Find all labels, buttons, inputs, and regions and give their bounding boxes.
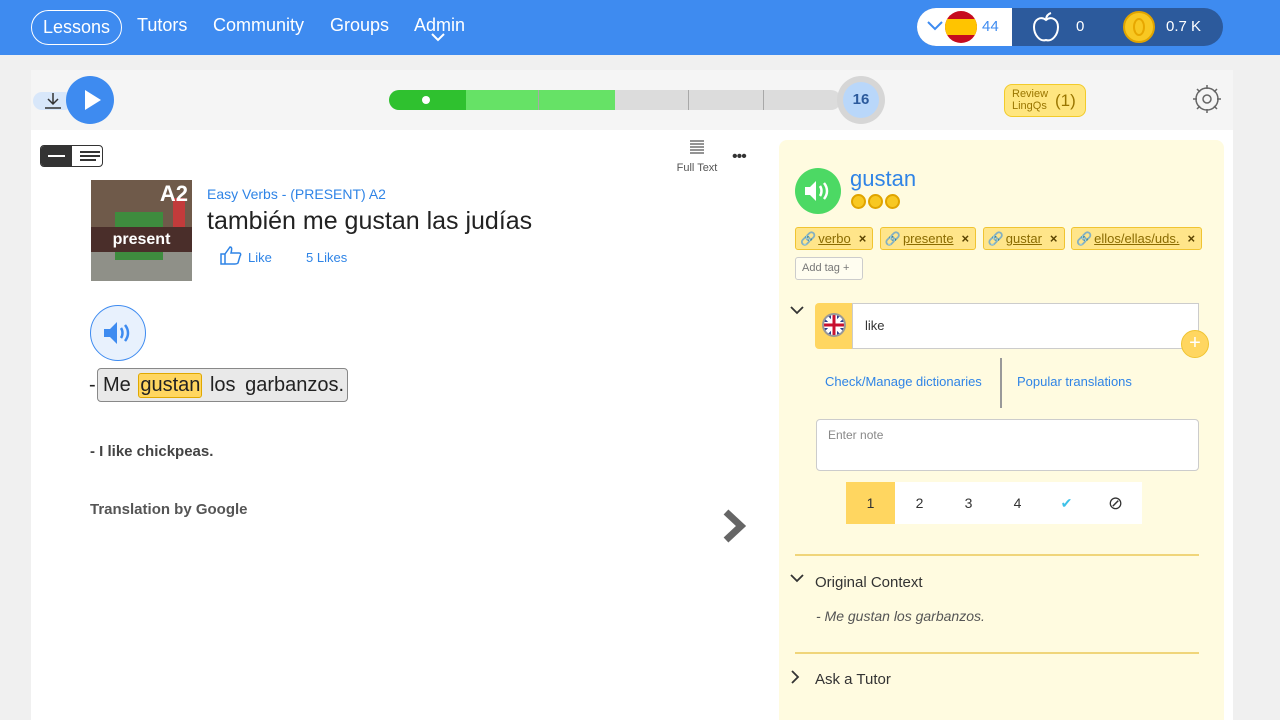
speaker-icon <box>104 322 130 344</box>
top-navigation: Lessons Tutors Community Groups Admin 44… <box>0 0 1280 55</box>
word-detail-panel: gustan 🔗 verbo × 🔗 presente × 🔗 gustar × 🔗 ello… <box>779 140 1224 720</box>
nav-groups[interactable]: Groups <box>330 15 389 36</box>
remove-tag-icon[interactable]: × <box>1187 231 1195 246</box>
add-tag-button[interactable]: Add tag + <box>795 257 863 280</box>
review-label: Review LingQs <box>1012 88 1049 112</box>
progress-separator <box>538 90 539 110</box>
more-options-icon[interactable]: ••• <box>732 148 747 166</box>
term-status-selector: 1 2 3 4 ✔ ⊘ <box>846 482 1142 524</box>
progress-position-dot <box>422 96 430 104</box>
play-audio-button[interactable] <box>66 76 114 124</box>
tag-chip[interactable]: 🔗 gustar × <box>982 227 1065 250</box>
original-context-title[interactable]: Original Context <box>815 574 923 591</box>
chevron-right-icon[interactable] <box>791 670 800 684</box>
nav-lessons[interactable]: Lessons <box>31 10 122 45</box>
status-ignore-icon[interactable]: ⊘ <box>1091 482 1140 524</box>
note-input[interactable]: Enter note <box>816 419 1199 471</box>
thumbs-up-icon[interactable] <box>219 245 243 265</box>
divider <box>795 652 1199 654</box>
course-link[interactable]: Easy Verbs - (PRESENT) A2 <box>207 186 386 202</box>
divider <box>795 554 1199 556</box>
lesson-progress-bar[interactable] <box>389 90 841 110</box>
sentence-translation: - I like chickpeas. <box>90 443 214 460</box>
review-lingqs-button[interactable]: Review LingQs (1) <box>1004 84 1086 117</box>
tag-chip[interactable]: 🔗 presente × <box>879 227 977 250</box>
status-1-button[interactable]: 1 <box>846 482 895 524</box>
sentence-view-icon[interactable] <box>41 146 72 166</box>
status-known-check-icon[interactable]: ✔ <box>1042 482 1091 524</box>
full-text-icon <box>690 140 704 154</box>
next-sentence-chevron-icon[interactable] <box>721 508 749 544</box>
progress-separator <box>688 90 689 110</box>
spain-flag-icon <box>945 11 977 43</box>
word-los[interactable]: los <box>208 374 238 397</box>
view-mode-toggle[interactable] <box>40 145 103 167</box>
nav-tutors[interactable]: Tutors <box>137 15 187 36</box>
likes-count[interactable]: 5 Likes <box>306 250 347 265</box>
status-4-button[interactable]: 4 <box>993 482 1042 524</box>
status-3-button[interactable]: 3 <box>944 482 993 524</box>
admin-chevron-down-icon[interactable] <box>431 33 445 42</box>
chevron-down-icon[interactable] <box>790 574 804 583</box>
word-me[interactable]: Me <box>101 374 133 397</box>
tag-chip[interactable]: 🔗 ellos/ellas/uds. × <box>1070 227 1203 250</box>
speaker-icon <box>805 181 829 201</box>
uk-flag-icon <box>822 313 846 337</box>
current-sentence: Me gustan los garbanzos. <box>97 368 348 402</box>
thumbnail-label: present <box>91 227 192 252</box>
lesson-thumbnail: A2 present <box>91 180 192 281</box>
chevron-down-icon[interactable] <box>927 21 943 31</box>
add-meaning-button[interactable]: + <box>1181 330 1209 358</box>
meaning-input[interactable]: like <box>852 303 1199 349</box>
apple-streak-icon <box>1032 12 1060 42</box>
progress-separator <box>763 90 764 110</box>
tag-list: 🔗 verbo × 🔗 presente × 🔗 gustar × 🔗 ellos/ellas… <box>795 227 1215 250</box>
remove-tag-icon[interactable]: × <box>1050 231 1058 246</box>
remove-tag-icon[interactable]: × <box>962 231 970 246</box>
chevron-down-icon[interactable] <box>790 306 804 315</box>
lesson-toolbar: 16 Review LingQs (1) <box>31 70 1233 130</box>
play-icon <box>85 90 101 110</box>
popular-translations-link[interactable]: Popular translations <box>1017 374 1132 389</box>
coin-count: 0.7 K <box>1166 18 1202 35</box>
word-gustan-highlighted[interactable]: gustan <box>138 373 203 398</box>
lesson-page-count[interactable]: 16 <box>837 76 885 124</box>
ask-tutor-title[interactable]: Ask a Tutor <box>815 671 891 688</box>
user-stats-bar: 44 0 0.7 K <box>917 8 1223 46</box>
original-context-text: - Me gustan los garbanzos. <box>816 608 985 624</box>
status-2-button[interactable]: 2 <box>895 482 944 524</box>
full-text-button[interactable]: Full Text <box>673 140 721 174</box>
review-count: (1) <box>1055 91 1076 110</box>
coin-icon <box>1123 11 1155 43</box>
remove-tag-icon[interactable]: × <box>859 231 867 246</box>
translation-credit: Translation by Google <box>90 501 248 518</box>
known-words-count: 44 <box>982 18 999 35</box>
meaning-language-selector[interactable] <box>815 303 853 349</box>
term-audio-button[interactable] <box>795 168 841 214</box>
like-button[interactable]: Like <box>248 250 272 265</box>
progress-current <box>465 90 615 110</box>
settings-gear-icon[interactable] <box>1191 83 1223 115</box>
streak-count: 0 <box>1076 18 1085 35</box>
divider <box>1000 358 1002 408</box>
check-dictionaries-link[interactable]: Check/Manage dictionaries <box>825 374 982 389</box>
term-title: gustan <box>850 166 917 191</box>
sentence-audio-button[interactable] <box>90 305 146 361</box>
sentence-dash: - <box>89 374 96 396</box>
word-garbanzos[interactable]: garbanzos. <box>243 374 346 397</box>
tag-chip[interactable]: 🔗 verbo × <box>795 227 874 250</box>
nav-community[interactable]: Community <box>213 15 304 36</box>
term-status-coins <box>851 194 902 214</box>
language-selector[interactable]: 44 <box>917 8 1012 46</box>
thumbnail-level: A2 <box>159 181 188 206</box>
lesson-title: también me gustan las judías <box>207 207 533 235</box>
